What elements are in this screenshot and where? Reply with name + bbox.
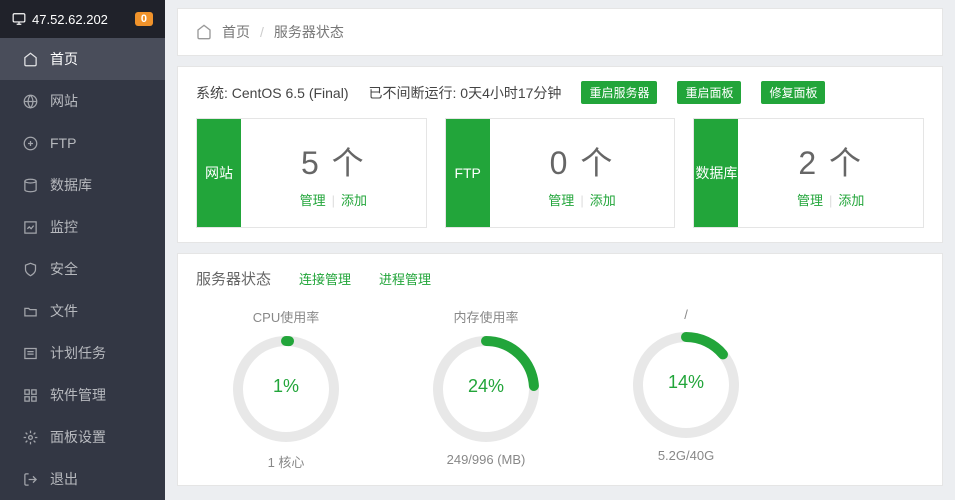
stat-card-0: 网站5 个管理|添加 <box>196 118 427 228</box>
sidebar-item-exit[interactable]: 退出 <box>0 458 165 500</box>
home-icon <box>22 52 38 67</box>
gauge-label: CPU使用率 <box>206 307 366 326</box>
sidebar-item-globe[interactable]: 网站 <box>0 80 165 122</box>
server-ip: 47.52.62.202 <box>12 12 108 27</box>
sidebar-item-home[interactable]: 首页 <box>0 38 165 80</box>
manage-link[interactable]: 管理 <box>797 193 823 208</box>
chart-icon <box>22 220 38 235</box>
main-content: 首页 / 服务器状态 系统: CentOS 6.5 (Final) 已不间断运行… <box>165 0 955 500</box>
sidebar-item-label: 软件管理 <box>50 385 106 405</box>
status-panel: 服务器状态 连接管理 进程管理 CPU使用率 1% 1 核心 内存使用率 24% 249/… <box>177 253 943 486</box>
sidebar-item-gear[interactable]: 面板设置 <box>0 416 165 458</box>
sidebar-item-ftp[interactable]: FTP <box>0 122 165 164</box>
stat-card-2: 数据库2 个管理|添加 <box>693 118 924 228</box>
stat-count: 5 个 <box>301 138 366 184</box>
stat-count: 2 个 <box>798 138 863 184</box>
stat-side-label: 数据库 <box>694 119 738 227</box>
add-link[interactable]: 添加 <box>590 193 616 208</box>
shield-icon <box>22 262 38 277</box>
stat-side-label: FTP <box>446 119 490 227</box>
status-title: 服务器状态 <box>196 268 271 289</box>
sidebar-item-label: 面板设置 <box>50 427 106 447</box>
sidebar-item-label: 计划任务 <box>50 343 106 363</box>
gauge-sub: 249/996 (MB) <box>406 452 566 467</box>
add-link[interactable]: 添加 <box>838 193 864 208</box>
ftp-icon <box>22 136 38 151</box>
repair-panel-button[interactable]: 修复面板 <box>761 81 825 104</box>
stat-side-label: 网站 <box>197 119 241 227</box>
breadcrumb: 首页 / 服务器状态 <box>177 8 943 56</box>
breadcrumb-current: 服务器状态 <box>274 22 344 42</box>
sidebar-item-label: 网站 <box>50 91 78 111</box>
monitor-icon <box>12 12 26 26</box>
tab-processes[interactable]: 进程管理 <box>379 269 431 288</box>
restart-panel-button[interactable]: 重启面板 <box>677 81 741 104</box>
sidebar-item-chart[interactable]: 监控 <box>0 206 165 248</box>
sidebar-item-db[interactable]: 数据库 <box>0 164 165 206</box>
manage-link[interactable]: 管理 <box>300 193 326 208</box>
exit-icon <box>22 472 38 487</box>
sidebar-item-list[interactable]: 计划任务 <box>0 332 165 374</box>
gear-icon <box>22 430 38 445</box>
gauge-1: 内存使用率 24% 249/996 (MB) <box>406 307 566 471</box>
sidebar-item-label: FTP <box>50 135 76 151</box>
gauge-chart: 24% <box>431 334 541 444</box>
folder-icon <box>22 304 38 319</box>
gauge-label: 内存使用率 <box>406 307 566 326</box>
gauge-value: 1% <box>231 376 341 397</box>
gauge-sub: 1 核心 <box>206 452 366 471</box>
restart-server-button[interactable]: 重启服务器 <box>581 81 657 104</box>
gauge-2: / 14% 5.2G/40G <box>606 307 766 471</box>
system-panel: 系统: CentOS 6.5 (Final) 已不间断运行: 0天4小时17分钟… <box>177 66 943 243</box>
stat-count: 0 个 <box>550 138 615 184</box>
sidebar-item-label: 文件 <box>50 301 78 321</box>
sidebar-item-label: 首页 <box>50 49 78 69</box>
gauge-value: 24% <box>431 376 541 397</box>
gauge-0: CPU使用率 1% 1 核心 <box>206 307 366 471</box>
list-icon <box>22 346 38 361</box>
sidebar-item-label: 安全 <box>50 259 78 279</box>
manage-link[interactable]: 管理 <box>548 193 574 208</box>
gauge-value: 14% <box>631 372 741 393</box>
globe-icon <box>22 94 38 109</box>
sidebar-header: 47.52.62.202 0 <box>0 0 165 38</box>
grid-icon <box>22 388 38 403</box>
sidebar-item-shield[interactable]: 安全 <box>0 248 165 290</box>
sidebar-item-label: 退出 <box>50 469 78 489</box>
gauge-label: / <box>606 307 766 322</box>
uptime-label: 已不间断运行: 0天4小时17分钟 <box>369 83 562 103</box>
gauge-sub: 5.2G/40G <box>606 448 766 463</box>
sidebar-item-label: 监控 <box>50 217 78 237</box>
sidebar-item-label: 数据库 <box>50 175 92 195</box>
gauge-chart: 14% <box>631 330 741 440</box>
stat-card-1: FTP0 个管理|添加 <box>445 118 676 228</box>
db-icon <box>22 178 38 193</box>
breadcrumb-home[interactable]: 首页 <box>222 22 250 42</box>
gauge-chart: 1% <box>231 334 341 444</box>
notification-badge[interactable]: 0 <box>135 12 153 26</box>
home-icon[interactable] <box>196 24 212 40</box>
sidebar: 47.52.62.202 0 首页网站 FTP 数据库监控安全文件计划任务软件管理面… <box>0 0 165 500</box>
sidebar-item-grid[interactable]: 软件管理 <box>0 374 165 416</box>
system-label: 系统: CentOS 6.5 (Final) <box>196 83 349 103</box>
tab-connections[interactable]: 连接管理 <box>299 269 351 288</box>
sidebar-item-folder[interactable]: 文件 <box>0 290 165 332</box>
add-link[interactable]: 添加 <box>341 193 367 208</box>
